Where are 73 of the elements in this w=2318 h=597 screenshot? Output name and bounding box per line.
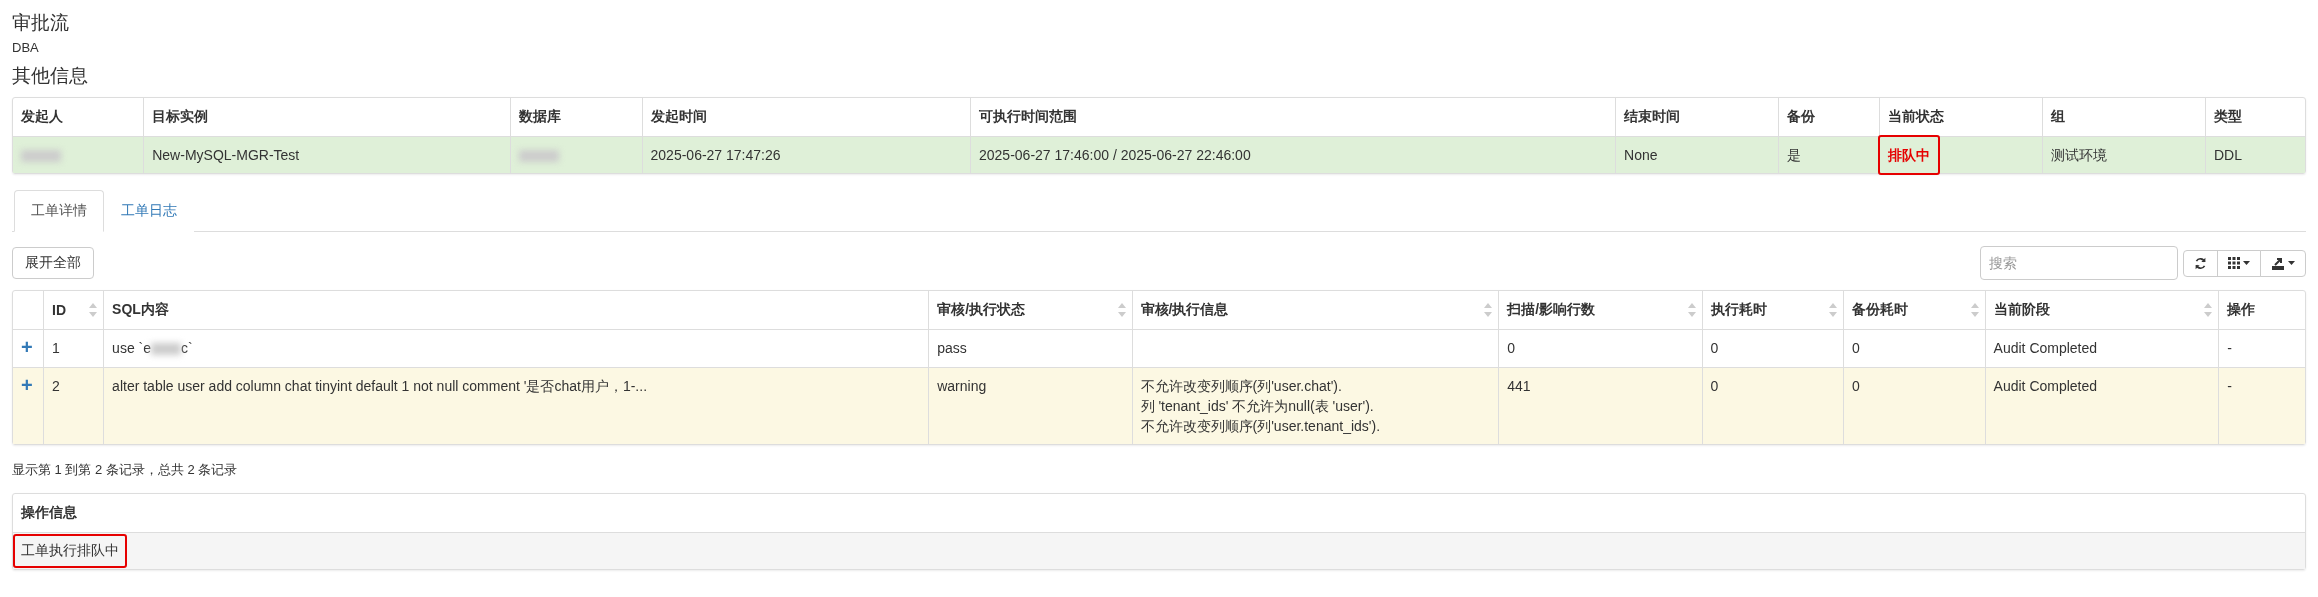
export-icon: [2271, 256, 2285, 270]
table-cell: 0: [1843, 329, 1986, 368]
search-field[interactable]: 搜索: [1980, 246, 2178, 280]
table-cell: Audit Completed: [1985, 367, 2219, 444]
table-cell: Audit Completed: [1985, 329, 2219, 368]
tab[interactable]: 工单详情: [14, 190, 104, 232]
refresh-button[interactable]: [2183, 249, 2218, 277]
redacted-mark: [21, 150, 61, 163]
sort-icon[interactable]: [89, 303, 98, 317]
sort-icon[interactable]: [1829, 303, 1838, 317]
section-title: 审批流: [12, 11, 70, 35]
refresh-icon: [2194, 256, 2207, 270]
approver-text: DBA: [12, 40, 40, 55]
table-cell: -: [2218, 329, 2305, 368]
redacted-mark: [518, 150, 559, 163]
table-cell: -: [2218, 367, 2305, 444]
column-header[interactable]: ID: [43, 291, 104, 330]
table-cell: 1: [43, 329, 104, 368]
column-header: 结束时间: [1615, 98, 1779, 137]
column-header[interactable]: 执行耗时: [1702, 291, 1844, 330]
table-cell: 0: [1702, 329, 1844, 368]
table-cell: DDL: [2213, 147, 2242, 163]
table-cell: 2025-06-27 17:46:00 / 2025-06-27 22:46:00: [979, 147, 1251, 163]
sort-icon[interactable]: [1117, 303, 1126, 317]
expand-toggle[interactable]: +: [21, 374, 33, 396]
column-header[interactable]: 备份耗时: [1843, 291, 1986, 330]
column-header[interactable]: 审核/执行状态: [928, 291, 1133, 330]
sql-cell: use `e c`: [103, 329, 929, 368]
audit-message: 不允许改变列顺序(列'user.tenant_ids').: [1140, 417, 1382, 436]
table-cell: None: [1624, 147, 1658, 163]
export-button[interactable]: [2260, 249, 2306, 277]
columns-button[interactable]: [2217, 249, 2261, 277]
column-header: SQL内容: [103, 291, 929, 330]
status-text: 排队中: [1887, 147, 1930, 163]
column-header: 目标实例: [143, 98, 511, 137]
column-header: 备份: [1778, 98, 1880, 137]
table-cell: 2: [43, 367, 104, 444]
operation-message: 工单执行排队中: [21, 542, 119, 558]
table-cell: warning: [928, 367, 1133, 444]
caret-icon: [2288, 261, 2295, 265]
sort-icon[interactable]: [2204, 303, 2213, 317]
table-cell: 0: [1498, 329, 1703, 368]
column-header: 操作: [2218, 291, 2305, 330]
column-header: 数据库: [510, 98, 643, 137]
table-cell: 是: [1787, 147, 1802, 163]
table-cell: 0: [1702, 367, 1844, 444]
grid-icon: [2228, 257, 2240, 269]
table-cell: pass: [928, 329, 1133, 368]
column-header[interactable]: 审核/执行信息: [1132, 291, 1499, 330]
column-header[interactable]: 当前阶段: [1985, 291, 2219, 330]
audit-message: 不允许改变列顺序(列'user.chat').: [1140, 377, 1343, 396]
table-cell: 测试环境: [2050, 147, 2107, 163]
column-header: 发起时间: [642, 98, 971, 137]
column-header[interactable]: 扫描/影响行数: [1498, 291, 1703, 330]
expand-all-button[interactable]: 展开全部: [12, 247, 94, 279]
table-cell: 2025-06-27 17:47:26: [650, 147, 781, 163]
audit-message: 列 'tenant_ids' 不允许为null(表 'user').: [1140, 397, 1375, 416]
table-cell: 0: [1843, 367, 1986, 444]
column-header: 组: [2042, 98, 2206, 137]
sort-icon[interactable]: [1687, 303, 1696, 317]
column-header: 类型: [2205, 98, 2305, 137]
column-header: 发起人: [13, 98, 144, 137]
column-header: 可执行时间范围: [970, 98, 1616, 137]
sort-icon[interactable]: [1484, 303, 1493, 317]
table-cell: 441: [1498, 367, 1703, 444]
table-cell: New-MySQL-MGR-Test: [152, 147, 300, 163]
section-title: 其他信息: [12, 64, 89, 88]
sql-cell: alter table user add column chat tinyint default 1 not null comment '是否chat用户，1-...: [103, 367, 929, 444]
column-header: 当前状态: [1879, 98, 2043, 137]
caret-icon: [2243, 261, 2250, 265]
pagination-info: 显示第 1 到第 2 条记录，总共 2 条记录: [12, 461, 239, 479]
sort-icon[interactable]: [1970, 303, 1979, 317]
expand-toggle[interactable]: +: [21, 336, 33, 358]
